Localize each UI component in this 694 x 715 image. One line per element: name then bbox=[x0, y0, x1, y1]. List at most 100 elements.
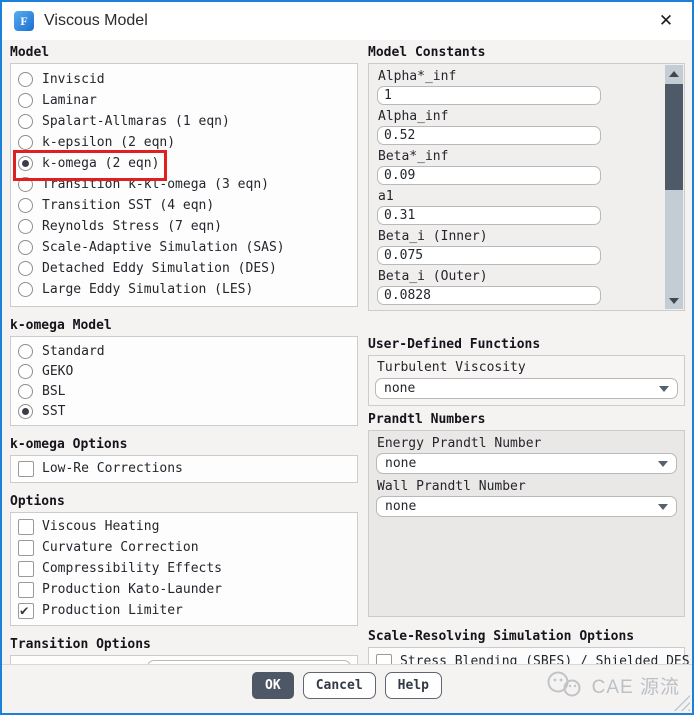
komega-options-group: Low-Re Corrections bbox=[10, 455, 358, 483]
checkbox-label: Viscous Heating bbox=[42, 519, 159, 534]
srs-section-header: Scale-Resolving Simulation Options bbox=[368, 629, 685, 644]
radio-label: Reynolds Stress (7 eqn) bbox=[42, 219, 222, 234]
constant-input[interactable] bbox=[377, 86, 601, 105]
prandtl-dropdown[interactable]: none bbox=[376, 496, 677, 517]
checkbox-option[interactable]: Curvature Correction bbox=[11, 537, 357, 558]
constant-field: Beta_i (Outer) bbox=[377, 269, 676, 305]
ok-button[interactable]: OK bbox=[252, 672, 294, 699]
radio-label: Laminar bbox=[42, 93, 97, 108]
model-radio-option[interactable]: Transition SST (4 eqn) bbox=[11, 195, 357, 216]
checkbox-label: Curvature Correction bbox=[42, 540, 199, 555]
model-radio-group: Inviscid Laminar Spalart-Allmaras (1 eqn… bbox=[10, 63, 358, 307]
chevron-down-icon bbox=[658, 461, 668, 467]
model-radio-option[interactable]: Reynolds Stress (7 eqn) bbox=[11, 216, 357, 237]
radio-icon bbox=[18, 198, 33, 213]
komega-radio-option[interactable]: BSL bbox=[11, 381, 357, 401]
turbulent-viscosity-dropdown[interactable]: none bbox=[375, 378, 678, 399]
prandtl-field: Energy Prandtl Number none bbox=[376, 436, 677, 474]
model-radio-option[interactable]: Laminar bbox=[11, 90, 357, 111]
transition-model-label: Transition Model bbox=[17, 663, 142, 665]
model-radio-option[interactable]: Large Eddy Simulation (LES) bbox=[11, 279, 357, 300]
model-radio-option[interactable]: Inviscid bbox=[11, 69, 357, 90]
options-group: Viscous Heating Curvature Correction Com… bbox=[10, 512, 358, 626]
constant-input[interactable] bbox=[377, 166, 601, 185]
options-section-header: Options bbox=[10, 494, 358, 509]
radio-icon bbox=[18, 219, 33, 234]
radio-icon bbox=[18, 384, 33, 399]
constant-field: Alpha_inf bbox=[377, 109, 676, 145]
radio-icon bbox=[18, 93, 33, 108]
constant-field: Beta_i (Inner) bbox=[377, 229, 676, 265]
model-radio-option[interactable]: Detached Eddy Simulation (DES) bbox=[11, 258, 357, 279]
scrollbar-up-icon[interactable] bbox=[665, 65, 683, 82]
constant-label: Beta_i (Outer) bbox=[378, 269, 676, 284]
radio-label: Transition SST (4 eqn) bbox=[42, 198, 214, 213]
checkbox-option[interactable]: Production Limiter bbox=[11, 600, 357, 621]
help-button[interactable]: Help bbox=[385, 672, 442, 699]
constant-input[interactable] bbox=[377, 126, 601, 145]
cancel-button[interactable]: Cancel bbox=[303, 672, 376, 699]
checkbox-option[interactable]: Compressibility Effects bbox=[11, 558, 357, 579]
komega-radio-option[interactable]: SST bbox=[11, 401, 357, 421]
radio-label: Inviscid bbox=[42, 72, 105, 87]
radio-label: Transition k-kl-omega (3 eqn) bbox=[42, 177, 269, 192]
constant-field: Beta*_inf bbox=[377, 149, 676, 185]
model-radio-option[interactable]: k-epsilon (2 eqn) bbox=[11, 132, 357, 153]
constant-input[interactable] bbox=[377, 206, 601, 225]
scrollbar-down-icon[interactable] bbox=[665, 292, 683, 309]
checkbox-option[interactable]: Stress Blending (SBES) / Shielded DES bbox=[369, 651, 684, 664]
fluent-app-icon: F bbox=[14, 11, 34, 31]
close-icon[interactable]: ✕ bbox=[652, 7, 680, 35]
checkbox-label: Low-Re Corrections bbox=[42, 461, 183, 476]
window-title: Viscous Model bbox=[44, 12, 148, 30]
checkbox-icon bbox=[18, 603, 34, 619]
prandtl-panel: Energy Prandtl Number none Wall Prandtl … bbox=[368, 430, 685, 617]
prandtl-label: Wall Prandtl Number bbox=[377, 479, 677, 494]
model-radio-option[interactable]: Transition k-kl-omega (3 eqn) bbox=[11, 174, 357, 195]
komega-model-radio-group: Standard GEKO BSL SST bbox=[10, 336, 358, 426]
cae-watermark-logo-icon bbox=[544, 669, 586, 701]
left-column: Model Inviscid Laminar Spalar bbox=[10, 42, 358, 664]
chevron-down-icon bbox=[658, 504, 668, 510]
constant-field: a1 bbox=[377, 189, 676, 225]
prandtl-section-header: Prandtl Numbers bbox=[368, 412, 685, 427]
model-radio-option[interactable]: k-omega (2 eqn) bbox=[11, 153, 357, 174]
model-radio-option[interactable]: Scale-Adaptive Simulation (SAS) bbox=[11, 237, 357, 258]
model-section-header: Model bbox=[10, 45, 358, 60]
checkbox-option[interactable]: Viscous Heating bbox=[11, 516, 357, 537]
checkbox-icon bbox=[18, 461, 34, 477]
udf-section-header: User-Defined Functions bbox=[368, 337, 685, 352]
checkbox-option[interactable]: Production Kato-Launder bbox=[11, 579, 357, 600]
komega-radio-option[interactable]: GEKO bbox=[11, 361, 357, 381]
constant-input[interactable] bbox=[377, 286, 601, 305]
constant-label: Alpha*_inf bbox=[378, 69, 676, 84]
prandtl-dropdown[interactable]: none bbox=[376, 453, 677, 474]
constant-label: Beta*_inf bbox=[378, 149, 676, 164]
viscous-model-dialog: F Viscous Model ✕ Model Inviscid Laminar bbox=[0, 0, 694, 715]
radio-icon bbox=[18, 282, 33, 297]
komega-radio-option[interactable]: Standard bbox=[11, 341, 357, 361]
chevron-down-icon bbox=[659, 386, 669, 392]
constant-label: Alpha_inf bbox=[378, 109, 676, 124]
scrollbar-thumb[interactable] bbox=[665, 84, 683, 190]
radio-label: Standard bbox=[42, 344, 105, 359]
udf-panel: Turbulent Viscosity none bbox=[368, 355, 685, 406]
transition-options-group: Transition Model none bbox=[10, 655, 358, 664]
radio-label: Large Eddy Simulation (LES) bbox=[42, 282, 253, 297]
constant-input[interactable] bbox=[377, 246, 601, 265]
constant-label: a1 bbox=[378, 189, 676, 204]
checkbox-option[interactable]: Low-Re Corrections bbox=[11, 458, 357, 479]
constant-field: Alpha*_inf bbox=[377, 69, 676, 105]
watermark-text: CAE 源流 bbox=[592, 672, 680, 699]
turbulent-viscosity-value: none bbox=[384, 381, 659, 396]
watermark: CAE 源流 bbox=[544, 669, 680, 701]
radio-icon bbox=[18, 404, 33, 419]
checkbox-label: Production Limiter bbox=[42, 603, 183, 618]
scrollbar[interactable] bbox=[665, 65, 683, 309]
radio-icon bbox=[18, 114, 33, 129]
checkbox-icon bbox=[376, 654, 392, 665]
transition-model-dropdown[interactable]: none bbox=[147, 660, 351, 665]
model-radio-option[interactable]: Spalart-Allmaras (1 eqn) bbox=[11, 111, 357, 132]
radio-icon bbox=[18, 156, 33, 171]
prandtl-value: none bbox=[385, 456, 658, 471]
